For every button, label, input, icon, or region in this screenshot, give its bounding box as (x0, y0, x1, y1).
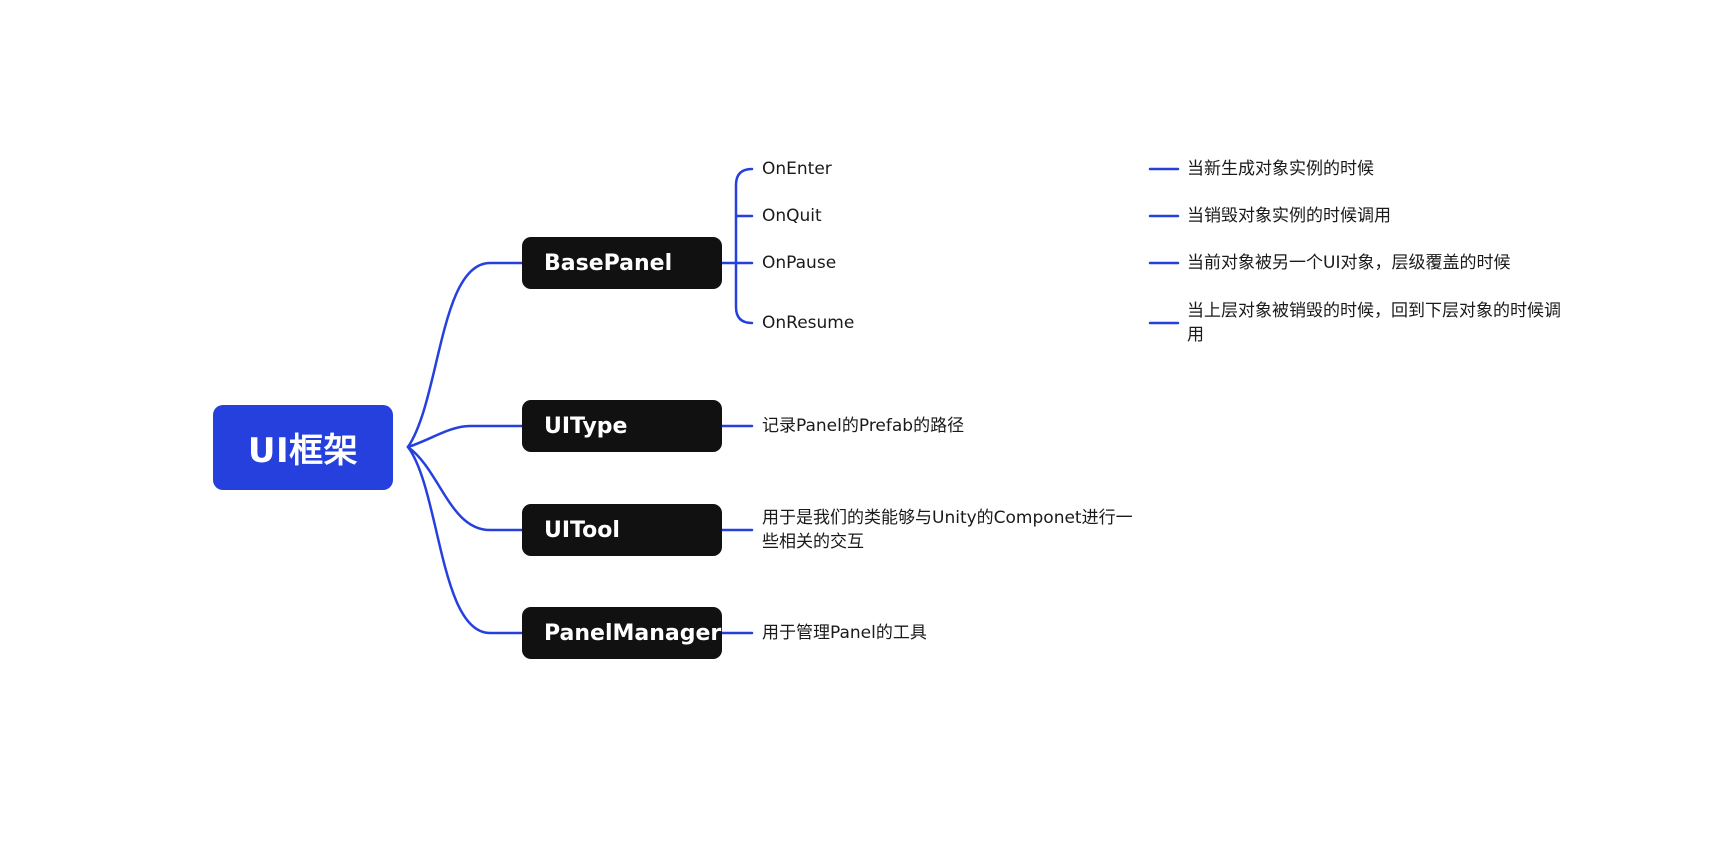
branch-node-uitype[interactable]: UIType (522, 400, 722, 452)
branch-node-uitool[interactable]: UITool (522, 504, 722, 556)
link-root-basepanel (406, 261, 524, 449)
leaf-onpause[interactable]: OnPause (762, 251, 836, 275)
link-root-uitype (406, 424, 524, 449)
note-uitype[interactable]: 记录Panel的Prefab的路径 (762, 414, 964, 438)
branch-node-panelmanager[interactable]: PanelManager (522, 607, 722, 659)
leaf-onquit[interactable]: OnQuit (762, 204, 822, 228)
root-node[interactable]: UI框架 (213, 405, 393, 490)
leaf-onenter[interactable]: OnEnter (762, 157, 832, 181)
leaf-onresume[interactable]: OnResume (762, 311, 854, 335)
mindmap-canvas: UI框架 BasePanel UIType UITool PanelManage… (0, 0, 1719, 854)
link-basepanel-bracket (734, 167, 754, 325)
desc-onquit[interactable]: 当销毁对象实例的时候调用 (1187, 204, 1391, 228)
link-root-panelmanager (406, 445, 524, 635)
desc-onpause[interactable]: 当前对象被另一个UI对象，层级覆盖的时候 (1187, 251, 1510, 275)
desc-onenter[interactable]: 当新生成对象实例的时候 (1187, 157, 1374, 181)
branch-node-basepanel[interactable]: BasePanel (522, 237, 722, 289)
desc-onresume[interactable]: 当上层对象被销毁的时候，回到下层对象的时候调用 (1187, 299, 1577, 347)
note-uitool[interactable]: 用于是我们的类能够与Unity的Componet进行一些相关的交互 (762, 506, 1142, 554)
note-panelmanager[interactable]: 用于管理Panel的工具 (762, 621, 927, 645)
